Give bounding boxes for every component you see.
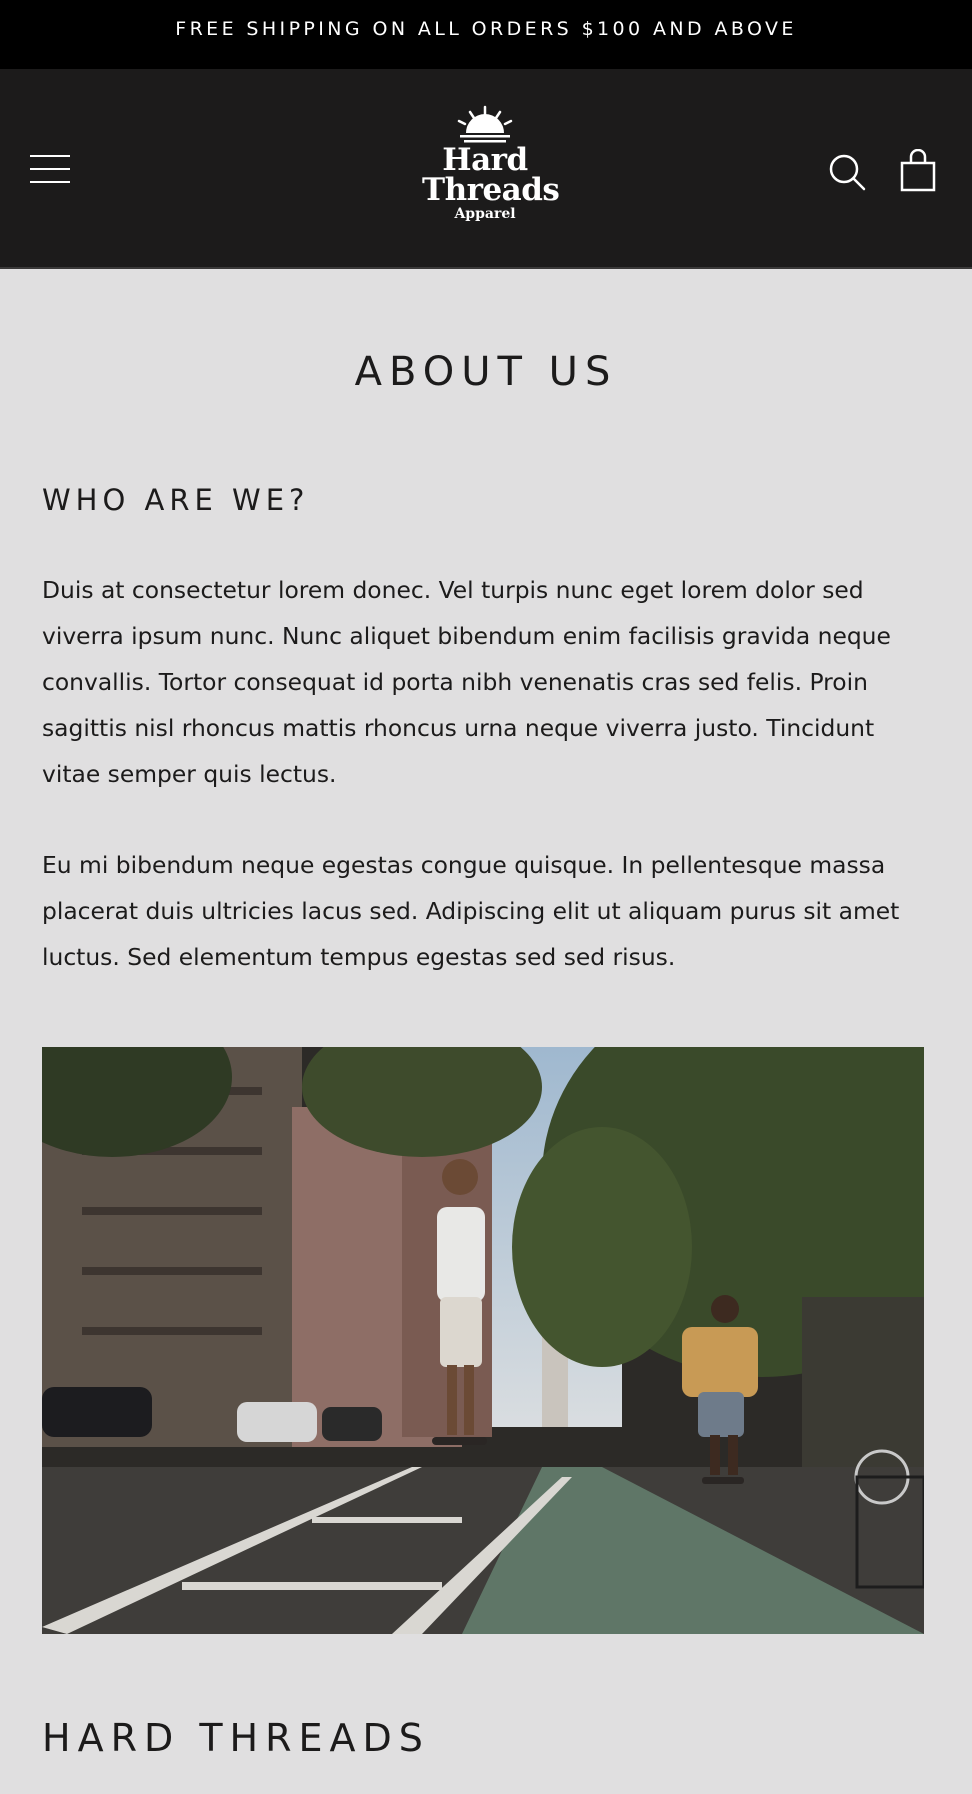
about-paragraph-2: Eu mi bibendum neque egestas congue quis…	[42, 851, 900, 971]
about-paragraph-1: Duis at consectetur lorem donec. Vel tur…	[42, 576, 891, 788]
announcement-bar: FREE SHIPPING ON ALL ORDERS $100 AND ABO…	[0, 0, 972, 69]
sunrise-icon	[457, 105, 513, 143]
logo-line-2: Threads	[422, 172, 560, 208]
site-header: Hard Threads Apparel	[0, 69, 972, 269]
hamburger-menu-icon[interactable]	[30, 155, 70, 185]
announcement-text: FREE SHIPPING ON ALL ORDERS $100 AND ABO…	[175, 17, 797, 40]
search-icon[interactable]	[828, 153, 868, 193]
section-heading-who-are-we: WHO ARE WE?	[42, 483, 310, 517]
page-title: ABOUT US	[354, 349, 618, 395]
logo[interactable]: Hard Threads Apparel	[422, 105, 560, 235]
hero-image-skateboarders	[42, 1047, 924, 1634]
section-heading-hard-threads: HARD THREADS	[42, 1716, 430, 1760]
logo-line-1: Hard	[442, 142, 528, 178]
shopping-bag-icon[interactable]	[898, 148, 938, 193]
